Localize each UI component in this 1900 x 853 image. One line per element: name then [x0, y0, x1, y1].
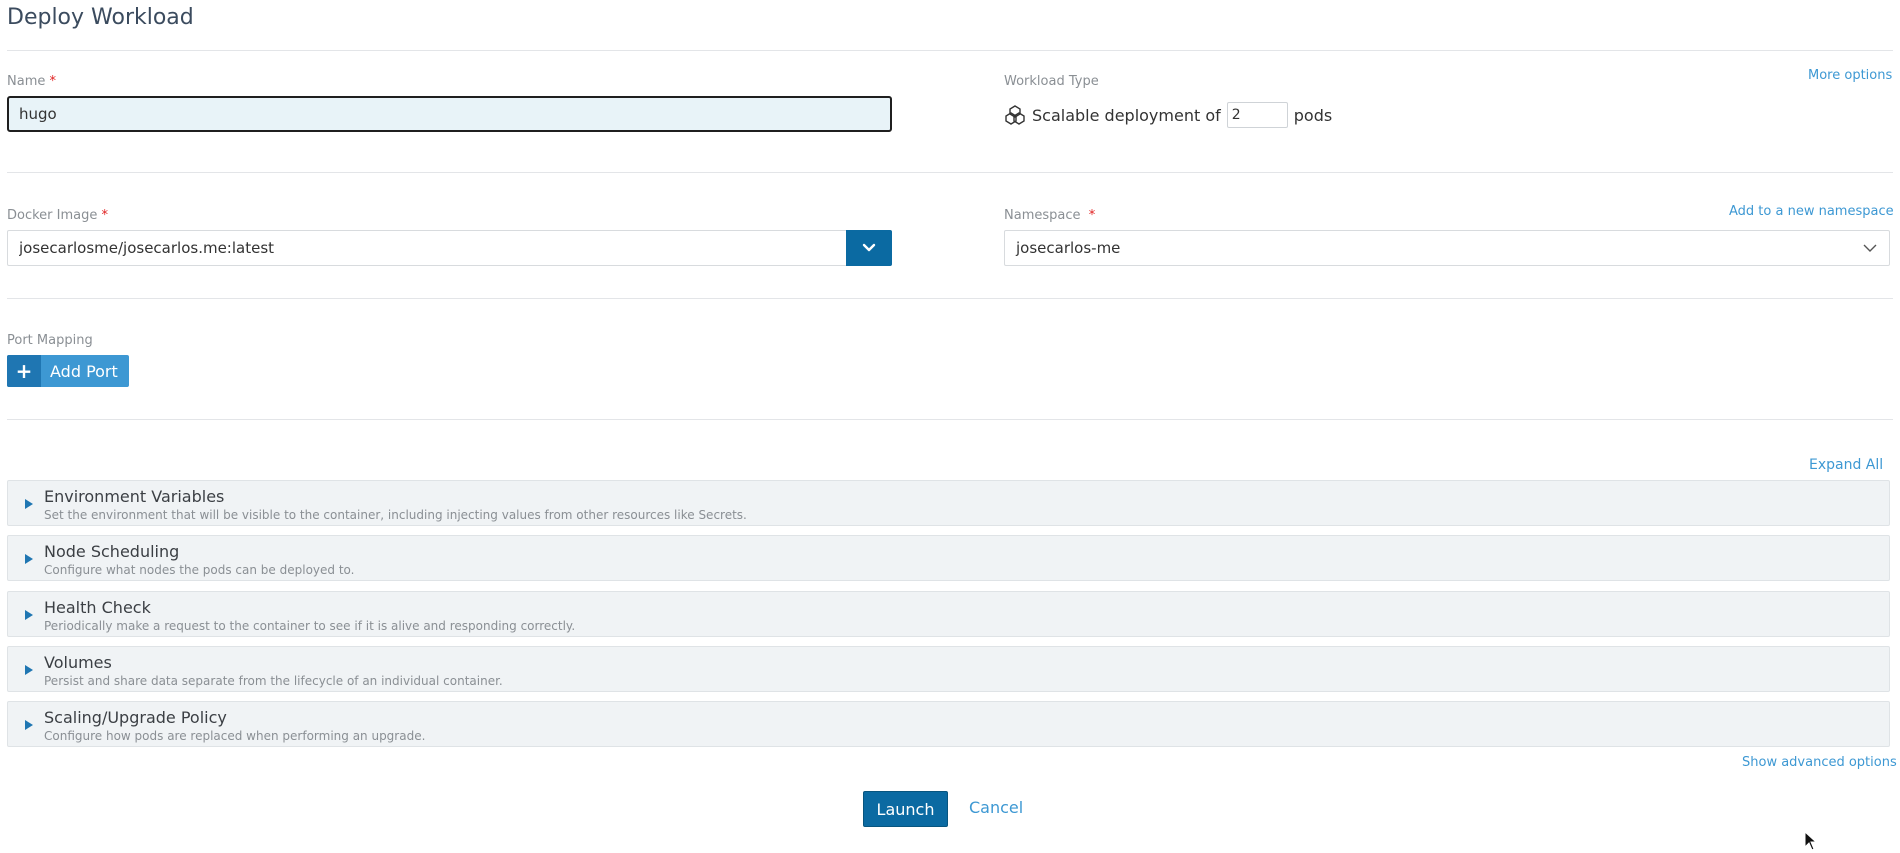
section-node-scheduling[interactable]: Node Scheduling Configure what nodes the…: [7, 535, 1890, 581]
page-title: Deploy Workload: [7, 5, 194, 30]
section-description: Configure how pods are replaced when per…: [44, 729, 426, 743]
required-mark: *: [49, 74, 57, 89]
chevron-down-icon: [1863, 244, 1877, 252]
section-health-check[interactable]: Health Check Periodically make a request…: [7, 591, 1890, 637]
name-label: Name *: [7, 74, 56, 89]
divider: [7, 172, 1893, 173]
name-input[interactable]: [7, 96, 892, 132]
add-port-button[interactable]: + Add Port: [7, 355, 129, 387]
pods-count-input[interactable]: [1226, 102, 1288, 128]
launch-button[interactable]: Launch: [863, 791, 948, 827]
section-scaling-upgrade-policy[interactable]: Scaling/Upgrade Policy Configure how pod…: [7, 701, 1890, 747]
required-mark: *: [101, 208, 109, 223]
workload-type-label: Workload Type: [1004, 74, 1099, 89]
section-description: Set the environment that will be visible…: [44, 508, 747, 522]
section-title: Volumes: [44, 653, 112, 672]
namespace-select[interactable]: josecarlos-me: [1004, 230, 1890, 266]
expand-all-link[interactable]: Expand All: [1809, 457, 1883, 473]
deploy-workload-page: Deploy Workload Name * Workload Type Mor…: [0, 0, 1900, 853]
docker-image-field: [7, 230, 892, 266]
divider: [7, 50, 1893, 51]
plus-icon: +: [7, 355, 41, 387]
docker-image-label: Docker Image *: [7, 208, 109, 223]
port-mapping-label: Port Mapping: [7, 333, 93, 348]
divider: [7, 419, 1893, 420]
namespace-label: Namespace *: [1004, 208, 1096, 223]
caret-right-icon: [25, 499, 33, 509]
caret-right-icon: [25, 610, 33, 620]
add-namespace-link[interactable]: Add to a new namespace: [1729, 204, 1894, 219]
caret-right-icon: [25, 720, 33, 730]
cancel-link[interactable]: Cancel: [969, 798, 1023, 817]
section-environment-variables[interactable]: Environment Variables Set the environmen…: [7, 480, 1890, 526]
divider: [7, 298, 1893, 299]
chevron-down-icon: [862, 243, 876, 252]
section-description: Periodically make a request to the conta…: [44, 619, 576, 633]
required-mark: *: [1088, 208, 1096, 223]
docker-image-dropdown-button[interactable]: [846, 230, 892, 266]
add-port-label: Add Port: [50, 361, 118, 381]
workload-prefix: Scalable deployment of: [1032, 105, 1221, 125]
more-options-link[interactable]: More options: [1808, 68, 1892, 83]
section-title: Environment Variables: [44, 487, 225, 506]
show-advanced-options-link[interactable]: Show advanced options: [1742, 755, 1897, 770]
workload-suffix: pods: [1293, 105, 1333, 125]
cluster-icon: [1004, 104, 1026, 126]
workload-type-row: Scalable deployment of pods: [1004, 101, 1332, 129]
caret-right-icon: [25, 554, 33, 564]
section-description: Persist and share data separate from the…: [44, 674, 503, 688]
docker-image-input[interactable]: [8, 231, 846, 265]
mouse-cursor-icon: [1804, 831, 1818, 851]
section-description: Configure what nodes the pods can be dep…: [44, 563, 355, 577]
section-volumes[interactable]: Volumes Persist and share data separate …: [7, 646, 1890, 692]
namespace-selected-value: josecarlos-me: [1016, 239, 1121, 257]
section-title: Scaling/Upgrade Policy: [44, 708, 227, 727]
section-title: Node Scheduling: [44, 542, 180, 561]
section-title: Health Check: [44, 598, 151, 617]
caret-right-icon: [25, 665, 33, 675]
